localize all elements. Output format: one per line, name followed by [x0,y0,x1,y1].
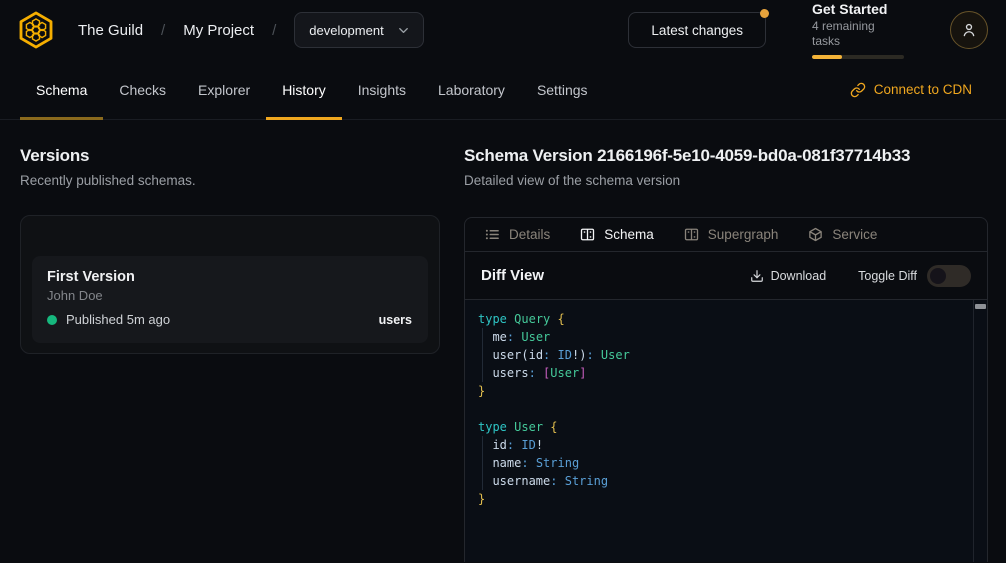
tab-schema-view[interactable]: Schema [580,227,654,242]
schema-version-subtitle: Detailed view of the schema version [464,173,988,188]
versions-title: Versions [20,146,440,166]
main-nav-tabs: Schema Checks Explorer History Insights … [20,60,604,119]
scrollbar-thumb[interactable] [975,304,986,309]
schema-detail-card: Details Schema Supergraph [464,217,988,562]
published-status-dot [47,315,57,325]
breadcrumb-separator: / [161,22,165,39]
versions-panel: Versions Recently published schemas. Fir… [20,146,440,562]
diff-toolbar: Diff View Download Toggle Diff [465,252,987,299]
version-list-item[interactable]: First Version John Doe Published 5m ago … [32,256,428,343]
breadcrumb-project[interactable]: My Project [183,22,254,39]
schema-version-title: Schema Version 2166196f-5e10-4059-bd0a-0… [464,146,988,166]
schema-version-panel: Schema Version 2166196f-5e10-4059-bd0a-0… [464,146,988,562]
tab-checks[interactable]: Checks [103,60,182,119]
target-selector-value: development [309,23,383,38]
switch-knob [930,268,946,284]
toggle-diff-control: Toggle Diff [858,265,971,287]
get-started-subtitle: 4 remaining tasks [812,19,904,49]
latest-changes-label: Latest changes [651,23,743,38]
connect-to-cdn-label: Connect to CDN [874,82,972,97]
tab-label: Details [509,227,550,242]
diff-view-title: Diff View [481,267,544,284]
version-author: John Doe [47,288,412,303]
get-started-widget[interactable]: Get Started 4 remaining tasks [812,1,904,59]
tab-label: Service [832,227,877,242]
download-label: Download [771,269,827,283]
tab-details[interactable]: Details [485,227,550,242]
download-button[interactable]: Download [750,269,827,283]
tab-schema[interactable]: Schema [20,60,103,119]
toggle-diff-switch[interactable] [927,265,971,287]
diff-actions: Download Toggle Diff [750,265,971,287]
download-icon [750,269,764,283]
get-started-progressbar [812,55,904,59]
version-name: First Version [47,269,412,285]
vertical-scrollbar[interactable] [973,300,987,562]
target-selector-dropdown[interactable]: development [294,12,423,48]
version-status: Published 5m ago [66,312,170,327]
tab-explorer[interactable]: Explorer [182,60,266,119]
tab-history[interactable]: History [266,60,342,119]
list-icon [485,227,500,242]
person-icon [960,21,978,39]
chevron-down-icon [396,23,411,38]
versions-subtitle: Recently published schemas. [20,173,440,188]
tab-service[interactable]: Service [808,227,877,242]
notification-dot [760,9,769,18]
service-badge: users [379,313,412,327]
tab-settings[interactable]: Settings [521,60,604,119]
user-avatar[interactable] [950,11,988,49]
get-started-title: Get Started [812,1,904,18]
tab-label: Settings [537,82,588,98]
toggle-diff-label: Toggle Diff [858,269,917,283]
header-actions: Latest changes Get Started 4 remaining t… [628,1,988,59]
version-meta-row: Published 5m ago users [47,312,412,327]
tab-label: Schema [604,227,654,242]
detail-tabs: Details Schema Supergraph [465,218,987,252]
tab-label: History [282,82,326,98]
top-header: The Guild / My Project / development Lat… [0,0,1006,60]
breadcrumb-separator: / [272,22,276,39]
breadcrumb: The Guild / My Project / development [16,10,424,50]
main-nav: Schema Checks Explorer History Insights … [0,60,1006,120]
columns-icon [684,227,699,242]
main-content: Versions Recently published schemas. Fir… [0,120,1006,562]
guild-hive-logo-icon[interactable] [16,10,56,50]
columns-icon [580,227,595,242]
tab-insights[interactable]: Insights [342,60,422,119]
breadcrumb-org[interactable]: The Guild [78,22,143,39]
tab-label: Laboratory [438,82,505,98]
tab-label: Supergraph [708,227,779,242]
link-icon [850,82,866,98]
tab-supergraph[interactable]: Supergraph [684,227,779,242]
progress-fill [812,55,842,59]
tab-label: Insights [358,82,406,98]
tab-label: Explorer [198,82,250,98]
tab-laboratory[interactable]: Laboratory [422,60,521,119]
tab-label: Checks [119,82,166,98]
tab-label: Schema [36,82,87,98]
code-block: type Query { me: User user(id: ID!): Use… [465,300,987,518]
schema-code-viewer[interactable]: type Query { me: User user(id: ID!): Use… [465,299,987,562]
connect-to-cdn-link[interactable]: Connect to CDN [850,82,972,98]
versions-card: First Version John Doe Published 5m ago … [20,215,440,354]
latest-changes-button[interactable]: Latest changes [628,12,766,48]
cube-icon [808,227,823,242]
